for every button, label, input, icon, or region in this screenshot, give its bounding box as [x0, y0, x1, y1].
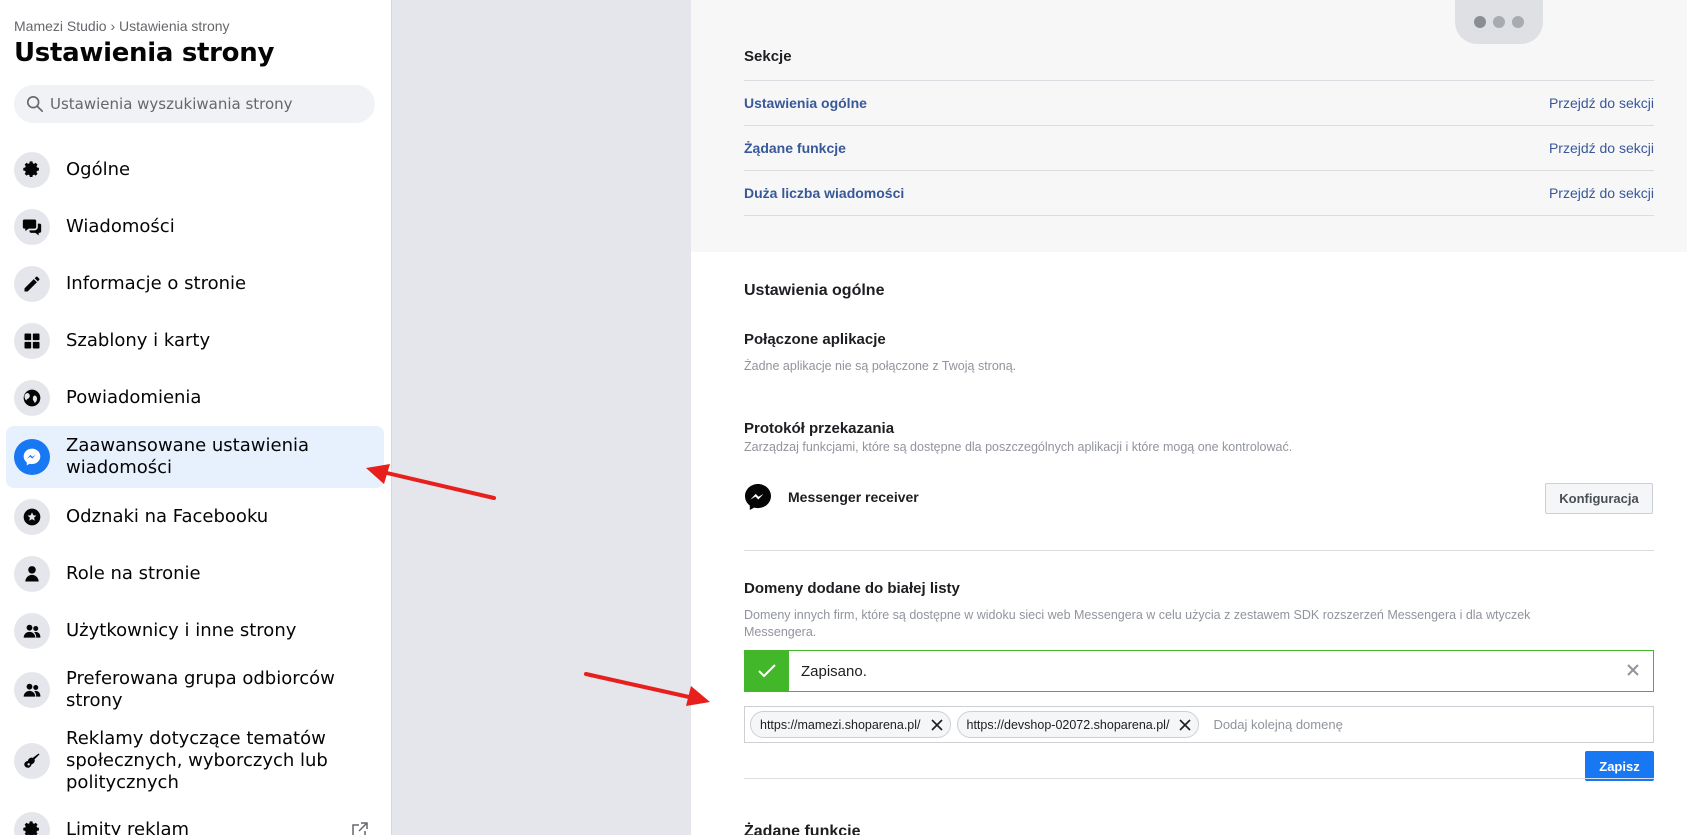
sidebar-item-label: Powiadomienia	[66, 386, 202, 408]
section-row: Duża liczba wiadomości Przejdź do sekcji	[744, 170, 1654, 215]
section-row: Ustawienia ogólne Przejdź do sekcji	[744, 80, 1654, 125]
remove-tag-icon[interactable]	[930, 718, 944, 732]
sidebar-item-notifications[interactable]: Powiadomienia	[6, 369, 384, 426]
domain-tag-label: https://mamezi.shoparena.pl/	[760, 717, 921, 732]
search-box[interactable]	[14, 85, 375, 123]
sections-box: Sekcje Ustawienia ogólne Przejdź do sekc…	[691, 0, 1687, 252]
more-options-icon[interactable]	[1455, 0, 1543, 44]
sidebar-item-badges[interactable]: Odznaki na Facebooku	[6, 488, 384, 545]
people-icon	[14, 672, 50, 708]
sidebar-item-messages[interactable]: Wiadomości	[6, 198, 384, 255]
saved-notice: Zapisano.	[744, 650, 1654, 692]
sidebar-item-page-info[interactable]: Informacje o stronie	[6, 255, 384, 312]
sidebar-item-general[interactable]: Ogólne	[6, 141, 384, 198]
domain-tag: https://devshop-02072.shoparena.pl/	[956, 711, 1200, 738]
general-settings-heading: Ustawienia ogólne	[744, 282, 885, 299]
check-icon	[745, 651, 789, 691]
sections-heading: Sekcje	[744, 48, 792, 65]
sidebar-item-label: Odznaki na Facebooku	[66, 505, 269, 527]
sidebar: Mamezi Studio › Ustawienia strony Ustawi…	[0, 0, 392, 835]
save-button[interactable]: Zapisz	[1585, 751, 1654, 781]
pencil-icon	[14, 265, 50, 302]
grid-icon	[14, 322, 50, 359]
sidebar-item-label: Ogólne	[66, 158, 131, 180]
messenger-icon	[14, 439, 50, 475]
sidebar-item-advanced-messaging[interactable]: Zaawansowane ustawienia wiadomości	[6, 426, 384, 488]
add-domain-input[interactable]	[1213, 717, 1514, 732]
sidebar-item-page-roles[interactable]: Role na stronie	[6, 545, 384, 602]
sidebar-item-label: Użytkownicy i inne strony	[66, 619, 297, 641]
dot-icon	[1474, 16, 1486, 28]
external-link-icon	[352, 821, 368, 835]
people-icon	[14, 612, 50, 649]
gear-icon	[14, 811, 50, 835]
sidebar-item-political-ads[interactable]: Reklamy dotyczące tematów społecznych, w…	[6, 721, 384, 801]
handover-desc: Zarządzaj funkcjami, które są dostępne d…	[744, 440, 1293, 454]
chat-bubbles-icon	[14, 208, 50, 245]
sidebar-item-label: Limity reklam	[66, 818, 190, 835]
section-row: Żądane funkcje Przejdź do sekcji	[744, 125, 1654, 170]
domain-tag-input[interactable]: https://mamezi.shoparena.pl/ https://dev…	[744, 706, 1654, 743]
page-title: Ustawienia strony	[14, 38, 275, 68]
divider	[744, 778, 1654, 779]
close-icon[interactable]	[1625, 662, 1641, 678]
sidebar-item-ad-limits[interactable]: Limity reklam	[6, 801, 384, 835]
sidebar-item-label: Informacje o stronie	[66, 272, 247, 294]
sidebar-item-label: Szablony i karty	[66, 329, 211, 351]
app-name: Messenger receiver	[788, 489, 919, 505]
dot-icon	[1493, 16, 1505, 28]
go-to-section-link[interactable]: Przejdź do sekcji	[1549, 185, 1654, 201]
sidebar-item-label: Reklamy dotyczące tematów społecznych, w…	[66, 728, 328, 793]
sidebar-item-label: Zaawansowane ustawienia wiadomości	[66, 435, 310, 478]
connected-apps-title: Połączone aplikacje	[744, 331, 886, 348]
domain-tag-label: https://devshop-02072.shoparena.pl/	[966, 717, 1170, 732]
person-icon	[14, 555, 50, 592]
sidebar-item-people[interactable]: Użytkownicy i inne strony	[6, 602, 384, 659]
dot-icon	[1512, 16, 1524, 28]
requested-features-heading: Żądane funkcje	[744, 823, 861, 835]
go-to-section-link[interactable]: Przejdź do sekcji	[1549, 95, 1654, 111]
sidebar-item-templates[interactable]: Szablony i karty	[6, 312, 384, 369]
configure-button[interactable]: Konfiguracja	[1545, 483, 1653, 514]
main-panel: Sekcje Ustawienia ogólne Przejdź do sekc…	[691, 0, 1687, 835]
messenger-icon	[745, 484, 771, 510]
guitar-icon	[14, 743, 50, 779]
search-icon	[26, 95, 44, 113]
annotation-arrow-icon	[366, 464, 496, 500]
connected-apps-desc: Żadne aplikacje nie są połączone z Twoją…	[744, 359, 1017, 373]
remove-tag-icon[interactable]	[1178, 718, 1192, 732]
globe-icon	[14, 379, 50, 416]
sidebar-item-label: Role na stronie	[66, 562, 201, 584]
go-to-section-link[interactable]: Przejdź do sekcji	[1549, 140, 1654, 156]
star-badge-icon	[14, 498, 50, 535]
settings-nav: Ogólne Wiadomości Informacje o stronie S…	[6, 141, 384, 835]
whitelist-title: Domeny dodane do białej listy	[744, 580, 960, 597]
section-link[interactable]: Ustawienia ogólne	[744, 95, 867, 111]
section-link[interactable]: Duża liczba wiadomości	[744, 185, 904, 201]
search-input[interactable]	[50, 95, 350, 113]
sidebar-item-preferred-audience[interactable]: Preferowana grupa odbiorców strony	[6, 659, 384, 721]
sidebar-item-label: Wiadomości	[66, 215, 175, 237]
domain-tag: https://mamezi.shoparena.pl/	[750, 711, 951, 738]
breadcrumb[interactable]: Mamezi Studio › Ustawienia strony	[14, 18, 230, 34]
divider	[744, 215, 1654, 216]
section-link[interactable]: Żądane funkcje	[744, 140, 846, 156]
gear-icon	[14, 151, 50, 188]
whitelist-desc: Domeny innych firm, które są dostępne w …	[744, 608, 1531, 639]
handover-title: Protokół przekazania	[744, 420, 895, 437]
saved-message: Zapisano.	[801, 662, 867, 680]
annotation-arrow-icon	[584, 672, 710, 706]
divider	[744, 550, 1654, 551]
sidebar-item-label: Preferowana grupa odbiorców strony	[66, 668, 335, 711]
